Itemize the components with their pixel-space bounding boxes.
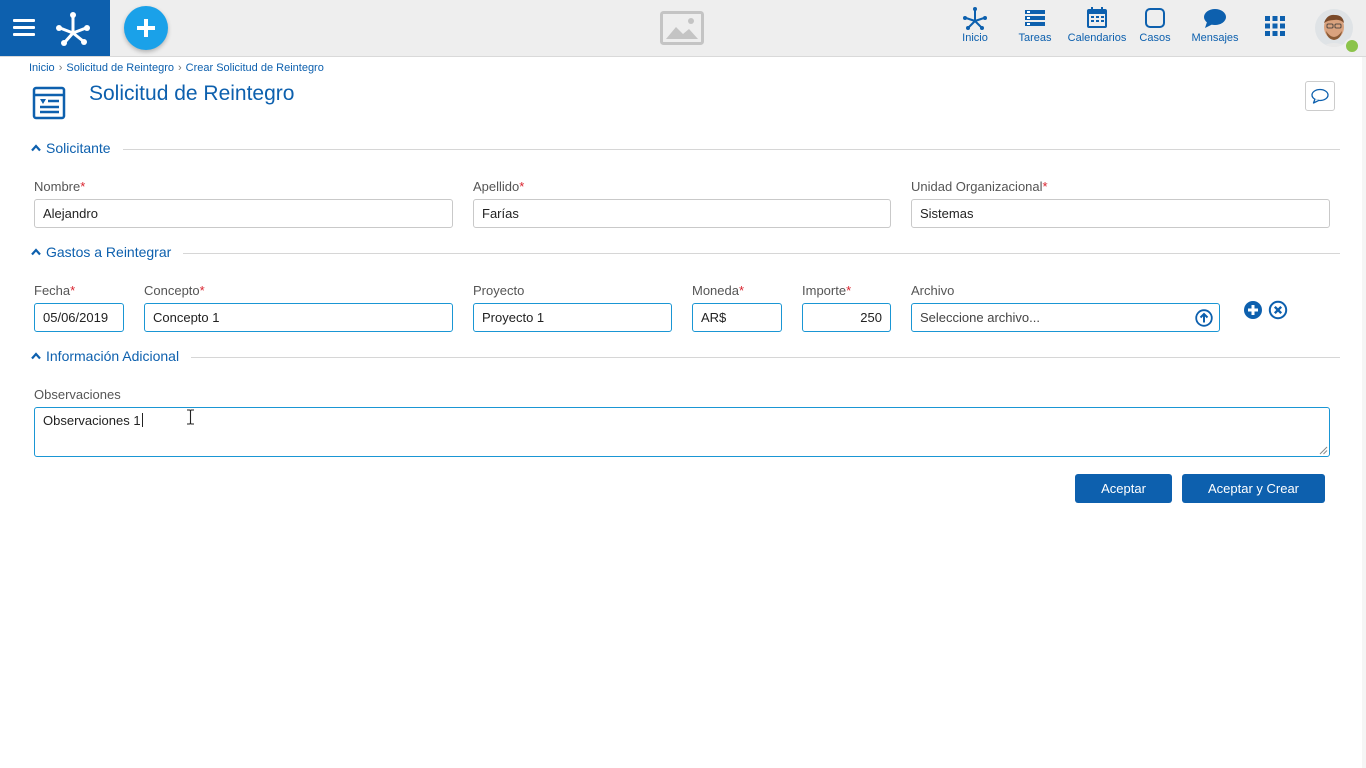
breadcrumb-separator: › bbox=[177, 62, 182, 74]
section-title-gastos[interactable]: Gastos a Reintegrar bbox=[46, 244, 184, 260]
plus-icon[interactable] bbox=[124, 6, 168, 50]
archivo-placeholder: Seleccione archivo... bbox=[920, 310, 1040, 325]
grid-apps-icon[interactable] bbox=[1265, 16, 1285, 36]
section-title-solicitante[interactable]: Solicitante bbox=[46, 140, 123, 156]
chat-bubble-icon bbox=[1204, 9, 1226, 28]
required-mark: * bbox=[80, 179, 86, 194]
chevron-up-icon[interactable] bbox=[31, 248, 41, 256]
label-text: Moneda bbox=[692, 283, 739, 298]
nav-casos[interactable]: Casos bbox=[1139, 6, 1171, 44]
label-text: Archivo bbox=[911, 283, 955, 298]
observaciones-textarea[interactable]: Observaciones 1 bbox=[34, 407, 1330, 457]
label-text: Concepto bbox=[144, 283, 200, 298]
required-mark: * bbox=[1042, 179, 1048, 194]
concepto-field[interactable]: Concepto 1 bbox=[144, 303, 453, 332]
calendar-icon bbox=[1087, 7, 1107, 28]
chevron-up-icon[interactable] bbox=[31, 352, 41, 360]
required-mark: * bbox=[738, 283, 745, 298]
section-divider bbox=[46, 357, 1340, 358]
nav-tareas[interactable]: Tareas bbox=[1017, 6, 1053, 44]
label-archivo: Archivo bbox=[911, 283, 954, 298]
section-informacion-adicional: Información Adicional bbox=[29, 348, 1340, 368]
aceptar-button[interactable]: Aceptar bbox=[1075, 474, 1172, 503]
hamburger-icon[interactable] bbox=[13, 19, 35, 37]
page-title: Solicitud de Reintegro bbox=[89, 82, 295, 105]
label-observaciones: Observaciones bbox=[34, 387, 121, 402]
label-moneda: Moneda* bbox=[692, 283, 744, 298]
nombre-field[interactable]: Alejandro bbox=[34, 199, 453, 228]
tasks-icon bbox=[1025, 10, 1045, 26]
label-nombre: Nombre* bbox=[34, 179, 85, 194]
nav-calendarios[interactable]: Calendarios bbox=[1066, 6, 1128, 44]
comment-button[interactable] bbox=[1305, 81, 1335, 111]
breadcrumb-solicitud[interactable]: Solicitud de Reintegro bbox=[66, 62, 174, 74]
section-solicitante: Solicitante bbox=[29, 140, 1340, 160]
nav-mensajes[interactable]: Mensajes bbox=[1190, 6, 1240, 44]
label-text: Unidad Organizacional bbox=[911, 179, 1043, 194]
label-text: Proyecto bbox=[473, 283, 525, 298]
nav-label-tareas: Tareas bbox=[1018, 32, 1052, 44]
fecha-field[interactable]: 05/06/2019 bbox=[34, 303, 124, 332]
add-row-icon[interactable] bbox=[1243, 300, 1263, 320]
breadcrumb-separator: › bbox=[58, 62, 63, 74]
image-placeholder-icon bbox=[660, 11, 704, 45]
comment-icon bbox=[1311, 88, 1329, 104]
section-divider bbox=[46, 253, 1340, 254]
cases-icon bbox=[1145, 8, 1165, 28]
nav-label-mensajes: Mensajes bbox=[1191, 32, 1239, 44]
nav-inicio[interactable]: Inicio bbox=[959, 6, 991, 44]
label-fecha: Fecha* bbox=[34, 283, 75, 298]
label-concepto: Concepto* bbox=[144, 283, 205, 298]
label-text: Apellido bbox=[473, 179, 520, 194]
section-gastos: Gastos a Reintegrar bbox=[29, 244, 1340, 264]
text-caret bbox=[141, 413, 143, 427]
resize-handle-icon[interactable] bbox=[1319, 446, 1328, 455]
label-importe: Importe* bbox=[802, 283, 851, 298]
breadcrumb-inicio[interactable]: Inicio bbox=[29, 62, 55, 74]
archivo-field[interactable]: Seleccione archivo... bbox=[911, 303, 1220, 332]
label-unidad-organizacional: Unidad Organizacional* bbox=[911, 179, 1048, 194]
observaciones-value: Observaciones 1 bbox=[43, 413, 141, 428]
chevron-up-icon[interactable] bbox=[31, 144, 41, 152]
moneda-field[interactable]: AR$ bbox=[692, 303, 782, 332]
required-mark: * bbox=[519, 179, 525, 194]
required-mark: * bbox=[199, 283, 205, 298]
required-mark: * bbox=[70, 283, 76, 298]
nav-label-inicio: Inicio bbox=[962, 32, 988, 44]
apellido-field[interactable]: Farías bbox=[473, 199, 891, 228]
label-text: Nombre bbox=[34, 179, 81, 194]
label-apellido: Apellido* bbox=[473, 179, 524, 194]
section-title-adicional[interactable]: Información Adicional bbox=[46, 348, 192, 364]
nav-label-casos: Casos bbox=[1139, 32, 1171, 44]
label-text: Fecha bbox=[34, 283, 71, 298]
unidad-organizacional-field[interactable]: Sistemas bbox=[911, 199, 1330, 228]
online-status-indicator bbox=[1344, 38, 1360, 54]
top-bar: Inicio Tareas Calendarios Casos Mensajes bbox=[0, 0, 1366, 57]
remove-row-icon[interactable] bbox=[1268, 300, 1288, 320]
proyecto-field[interactable]: Proyecto 1 bbox=[473, 303, 672, 332]
section-divider bbox=[46, 149, 1340, 150]
brand-area bbox=[0, 0, 110, 56]
upload-icon[interactable] bbox=[1195, 309, 1213, 327]
scrollbar[interactable] bbox=[1362, 57, 1366, 768]
home-network-icon bbox=[963, 7, 987, 30]
label-proyecto: Proyecto bbox=[473, 283, 524, 298]
breadcrumb: Inicio › Solicitud de Reintegro › Crear Soli… bbox=[29, 62, 324, 74]
network-logo-icon[interactable] bbox=[52, 7, 94, 49]
label-text: Importe bbox=[802, 283, 847, 298]
required-mark: * bbox=[846, 283, 852, 298]
form-document-icon bbox=[32, 86, 66, 120]
breadcrumb-crear[interactable]: Crear Solicitud de Reintegro bbox=[186, 62, 324, 74]
nav-label-calendarios: Calendarios bbox=[1067, 32, 1127, 44]
text-cursor-icon bbox=[187, 409, 194, 425]
aceptar-y-crear-button[interactable]: Aceptar y Crear bbox=[1182, 474, 1325, 503]
importe-field[interactable]: 250 bbox=[802, 303, 891, 332]
